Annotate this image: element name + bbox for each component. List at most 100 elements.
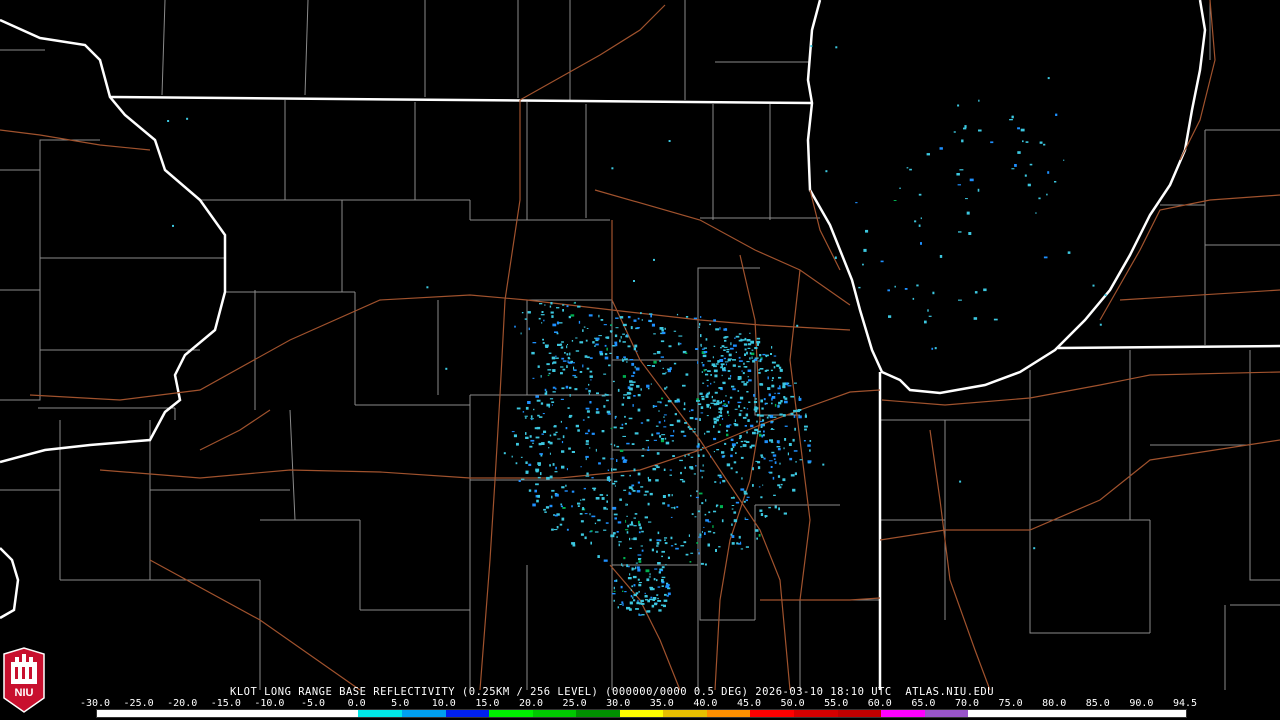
product-description: KLOT LONG RANGE BASE REFLECTIVITY (0.25K… <box>230 686 749 698</box>
echo-pixel <box>649 313 653 315</box>
echo-pixel <box>914 220 917 223</box>
echo-pixel <box>767 376 769 380</box>
echo-pixel <box>777 484 781 487</box>
echo-pixel <box>725 328 727 331</box>
echo-pixel <box>582 329 584 332</box>
echo-pixel <box>649 492 653 496</box>
echo-pixel <box>619 316 624 319</box>
echo-pixel <box>707 543 710 547</box>
echo-pixel <box>589 370 593 373</box>
echo-pixel <box>744 353 746 356</box>
echo-pixel <box>532 503 536 507</box>
echo-pixel <box>764 515 768 517</box>
echo-pixel <box>673 330 677 332</box>
echo-pixel <box>758 371 761 374</box>
echo-pixel <box>749 357 751 360</box>
echo-pixel <box>720 347 722 349</box>
echo-pixel <box>888 315 892 318</box>
echo-pixel <box>1022 140 1024 143</box>
echo-pixel <box>790 395 795 398</box>
echo-pixel <box>575 350 580 352</box>
echo-pixel <box>664 542 668 545</box>
echo-pixel <box>713 437 717 441</box>
echo-pixel <box>577 502 581 505</box>
colorbar-tick-label: 80.0 <box>1042 698 1067 709</box>
colorbar-segment <box>837 710 882 717</box>
echo-pixel <box>757 415 760 417</box>
echo-pixel <box>605 522 609 524</box>
echo-pixel <box>706 385 709 387</box>
echo-pixel <box>798 397 802 401</box>
echo-pixel <box>726 404 728 407</box>
echo-pixel <box>589 357 593 359</box>
echo-pixel <box>747 419 750 422</box>
echo-pixel <box>731 508 734 510</box>
echo-pixel <box>653 360 657 364</box>
echo-pixel <box>664 593 667 596</box>
echo-pixel <box>705 373 709 376</box>
echo-pixel <box>511 455 513 458</box>
echo-pixel <box>683 435 687 437</box>
echo-pixel <box>683 402 686 406</box>
echo-pixel <box>705 369 707 371</box>
echo-pixel <box>565 385 569 389</box>
echo-pixel <box>770 414 774 417</box>
colorbar-segment <box>1098 710 1143 717</box>
echo-pixel <box>597 555 600 558</box>
echo-pixel <box>1043 143 1046 146</box>
echo-pixel <box>700 562 704 565</box>
echo-pixel <box>651 604 655 608</box>
echo-pixel <box>651 433 654 437</box>
echo-pixel <box>637 317 640 320</box>
echo-pixel <box>634 366 636 369</box>
echo-pixel <box>561 450 565 453</box>
echo-pixel <box>777 387 781 390</box>
colorbar-tick-label: -5.0 <box>300 698 326 709</box>
echo-pixel <box>712 525 714 528</box>
echo-pixel <box>1017 151 1021 154</box>
echo-pixel <box>638 560 642 563</box>
echo-pixel <box>622 590 624 592</box>
echo-pixel <box>596 408 599 411</box>
echo-pixel <box>533 408 535 411</box>
echo-pixel <box>957 184 961 186</box>
echo-pixel <box>680 471 682 475</box>
echo-pixel <box>713 345 716 347</box>
echo-pixel <box>670 435 674 437</box>
echo-pixel <box>662 367 664 369</box>
echo-pixel <box>920 242 922 245</box>
echo-pixel <box>773 458 776 460</box>
echo-pixel <box>578 320 581 324</box>
echo-pixel <box>566 468 568 471</box>
echo-pixel <box>732 359 736 361</box>
echo-pixel <box>718 407 723 410</box>
echo-pixel <box>710 455 712 458</box>
echo-pixel <box>621 403 624 406</box>
echo-pixel <box>685 316 689 318</box>
echo-pixel <box>606 479 611 481</box>
echo-pixel <box>567 407 570 409</box>
echo-pixel <box>537 476 541 479</box>
echo-pixel <box>918 224 921 227</box>
echo-pixel <box>783 512 787 515</box>
echo-pixel <box>641 530 644 533</box>
echo-pixel <box>626 515 628 517</box>
echo-pixel <box>612 482 616 485</box>
echo-pixel <box>1063 159 1065 161</box>
echo-pixel <box>643 494 647 496</box>
echo-pixel <box>596 337 600 340</box>
echo-pixel <box>835 46 838 49</box>
echo-pixel <box>784 425 788 427</box>
echo-pixel <box>600 319 604 321</box>
colorbar-tick-label: 94.5 <box>1172 698 1198 709</box>
echo-pixel <box>703 351 708 354</box>
colorbar-segment <box>97 710 141 717</box>
logo-text: NIU <box>15 687 34 699</box>
echo-pixel <box>691 513 694 515</box>
echo-pixel <box>968 232 972 235</box>
echo-pixel <box>767 387 771 390</box>
echo-pixel <box>863 248 867 252</box>
echo-pixel <box>684 454 686 458</box>
echo-pixel <box>728 377 731 380</box>
echo-pixel <box>625 529 629 531</box>
